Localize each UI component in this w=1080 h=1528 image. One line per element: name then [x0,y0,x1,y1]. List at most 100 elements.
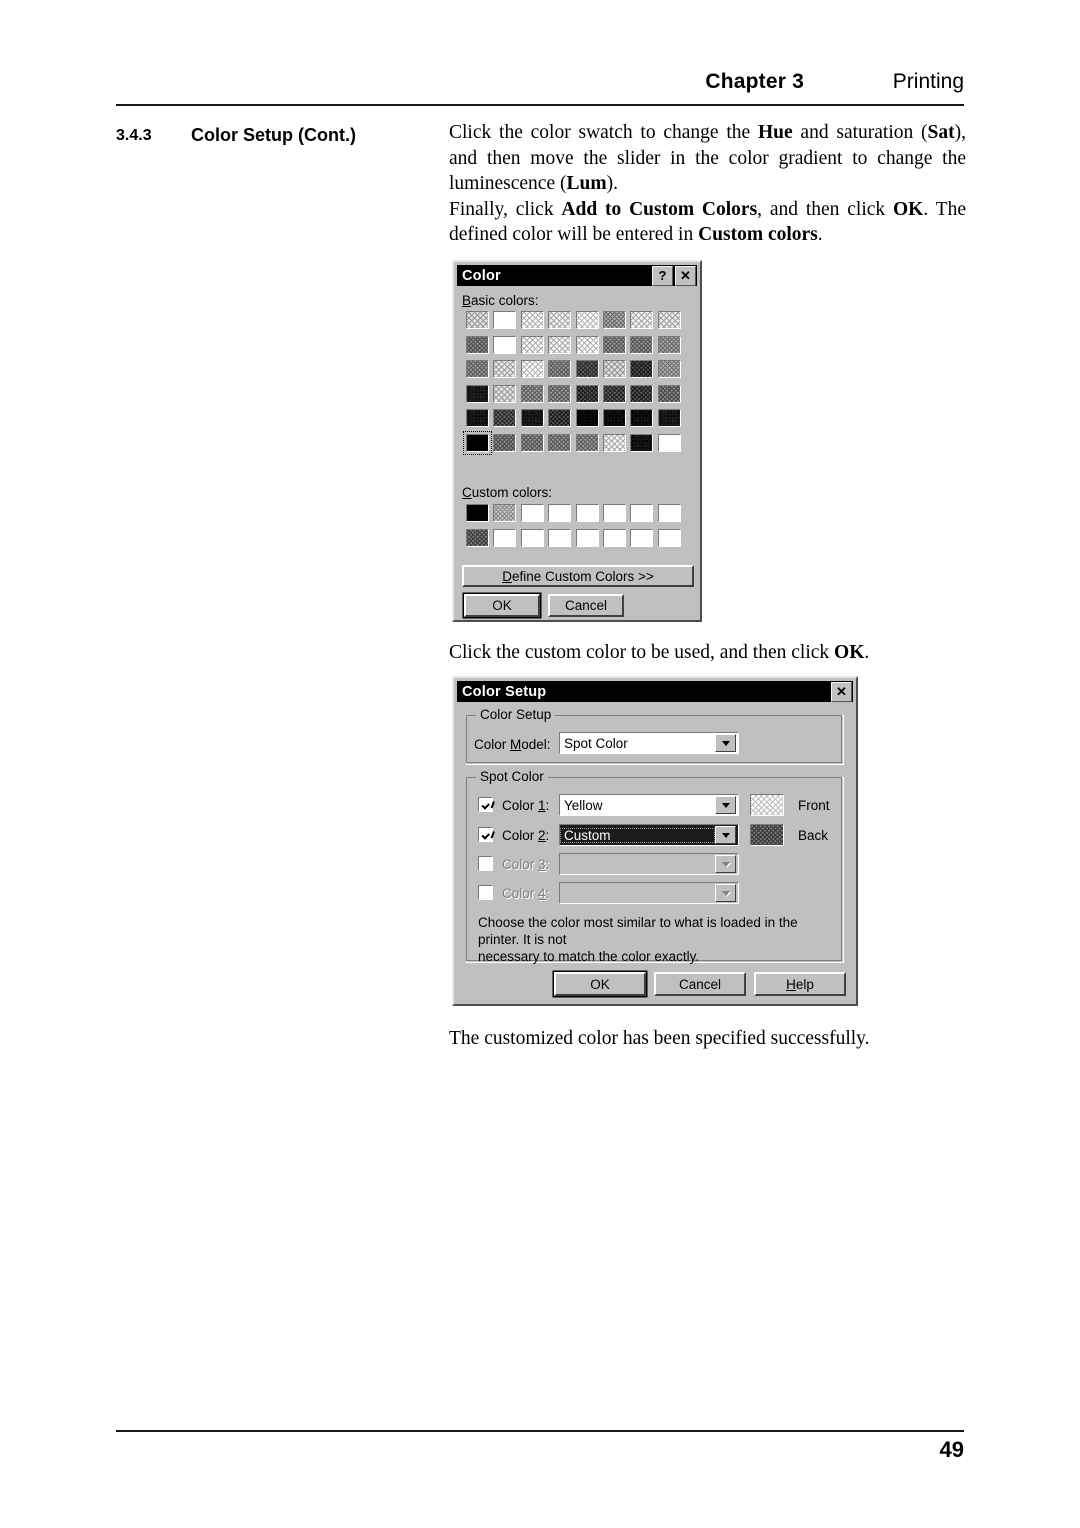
color-setup-ok-button[interactable]: OK [554,972,646,996]
basic-color-swatch[interactable] [548,335,572,354]
swatch-fill [631,505,653,521]
basic-color-swatch[interactable] [493,384,517,403]
basic-color-swatch[interactable] [657,384,681,403]
help-icon[interactable]: ? [652,265,673,286]
swatch-fill [494,361,516,378]
basic-color-swatch[interactable] [520,311,544,329]
basic-color-swatch[interactable] [657,409,681,428]
color-1-preview-swatch[interactable] [750,794,784,816]
basic-color-swatch[interactable] [548,311,572,329]
basic-color-swatch[interactable] [548,384,572,403]
chevron-down-icon[interactable] [715,734,736,752]
basic-color-swatch[interactable] [575,360,599,379]
swatch-fill [494,529,516,546]
swatch-fill [631,529,653,546]
basic-color-swatch[interactable] [548,434,572,452]
basic-color-swatch[interactable] [575,335,599,354]
basic-color-swatch[interactable] [575,311,599,329]
basic-color-swatch[interactable] [630,409,654,428]
basic-color-swatch[interactable] [520,360,544,379]
basic-color-swatch[interactable] [657,311,681,329]
basic-color-swatch[interactable] [466,384,489,403]
custom-color-swatch[interactable] [493,528,517,547]
basic-color-swatch[interactable] [493,311,517,329]
basic-color-swatch[interactable] [630,335,654,354]
basic-color-swatch[interactable] [603,311,626,329]
swatch-fill [658,336,680,353]
color-4-combobox [559,882,739,904]
color-2-preview-swatch[interactable] [750,824,784,846]
basic-color-swatch[interactable] [575,384,599,403]
basic-color-swatch[interactable] [548,409,572,428]
basic-color-swatch[interactable] [603,434,626,452]
header-rule [116,104,964,106]
swatch-fill [549,529,571,546]
color-setup-cancel-button[interactable]: Cancel [654,972,746,996]
basic-color-swatch[interactable] [657,434,681,452]
caption-mid: Click the custom color to be used, and t… [449,642,870,663]
basic-color-swatch[interactable] [520,409,544,428]
color-3-combobox [559,853,739,875]
custom-color-swatch[interactable] [520,528,544,547]
basic-color-swatch[interactable] [575,409,599,428]
custom-color-swatch[interactable] [630,528,654,547]
color-dialog-titlebar[interactable]: Color ? ✕ [457,265,697,286]
basic-color-swatch[interactable] [466,409,489,428]
custom-color-swatch[interactable] [548,504,572,522]
basic-color-swatch[interactable] [657,360,681,379]
basic-color-swatch[interactable] [493,409,517,428]
basic-color-swatch[interactable] [603,360,626,379]
custom-color-swatch[interactable] [493,504,517,522]
basic-color-swatch[interactable] [466,335,489,354]
color-2-combobox[interactable]: Custom [559,824,739,846]
custom-color-swatch[interactable] [603,528,626,547]
custom-color-swatch[interactable] [575,528,599,547]
basic-color-swatch[interactable] [657,335,681,354]
color-setup-help-button[interactable]: Help [754,972,846,996]
basic-color-swatch-selected[interactable] [463,431,492,455]
basic-color-swatch[interactable] [548,360,572,379]
swatch-fill [631,336,653,353]
basic-color-swatch[interactable] [603,409,626,428]
basic-color-swatch[interactable] [466,360,489,379]
close-icon[interactable]: ✕ [675,265,696,286]
close-icon[interactable]: ✕ [831,681,852,702]
basic-color-swatch[interactable] [630,360,654,379]
basic-color-swatch[interactable] [493,434,517,452]
basic-color-swatch[interactable] [630,384,654,403]
color-1-combobox[interactable]: Yellow [559,794,739,816]
chevron-down-icon[interactable] [715,826,736,844]
custom-color-swatch[interactable] [466,504,489,522]
custom-color-swatch[interactable] [466,528,489,547]
custom-color-swatch[interactable] [630,504,654,522]
swatch-fill [549,336,571,353]
basic-color-swatch[interactable] [603,384,626,403]
color-model-combobox[interactable]: Spot Color [559,732,739,754]
custom-color-swatch[interactable] [603,504,626,522]
custom-color-swatch[interactable] [657,504,681,522]
color-setup-group-label: Color Setup [476,707,556,722]
custom-color-swatch[interactable] [657,528,681,547]
basic-color-swatch[interactable] [603,335,626,354]
color-dialog-ok-button[interactable]: OK [464,594,540,617]
color-1-checkbox[interactable] [478,797,493,812]
basic-color-swatch[interactable] [466,311,489,329]
basic-color-swatch[interactable] [520,335,544,354]
swatch-fill [604,312,625,328]
custom-color-swatch[interactable] [548,528,572,547]
basic-color-swatch[interactable] [630,311,654,329]
color-2-checkbox[interactable] [478,827,493,842]
basic-color-swatch[interactable] [520,434,544,452]
color-setup-titlebar[interactable]: Color Setup ✕ [457,681,853,702]
custom-color-swatch[interactable] [575,504,599,522]
define-custom-colors-button[interactable]: Define Custom Colors >> [462,565,694,587]
basic-color-swatch[interactable] [493,360,517,379]
chevron-down-icon[interactable] [715,796,736,814]
custom-color-swatch[interactable] [520,504,544,522]
color-dialog-cancel-button[interactable]: Cancel [548,594,624,617]
basic-color-swatch[interactable] [575,434,599,452]
color-dialog-cancel-label: Cancel [564,598,608,613]
basic-color-swatch[interactable] [630,434,654,452]
basic-color-swatch[interactable] [493,335,517,354]
basic-color-swatch[interactable] [520,384,544,403]
